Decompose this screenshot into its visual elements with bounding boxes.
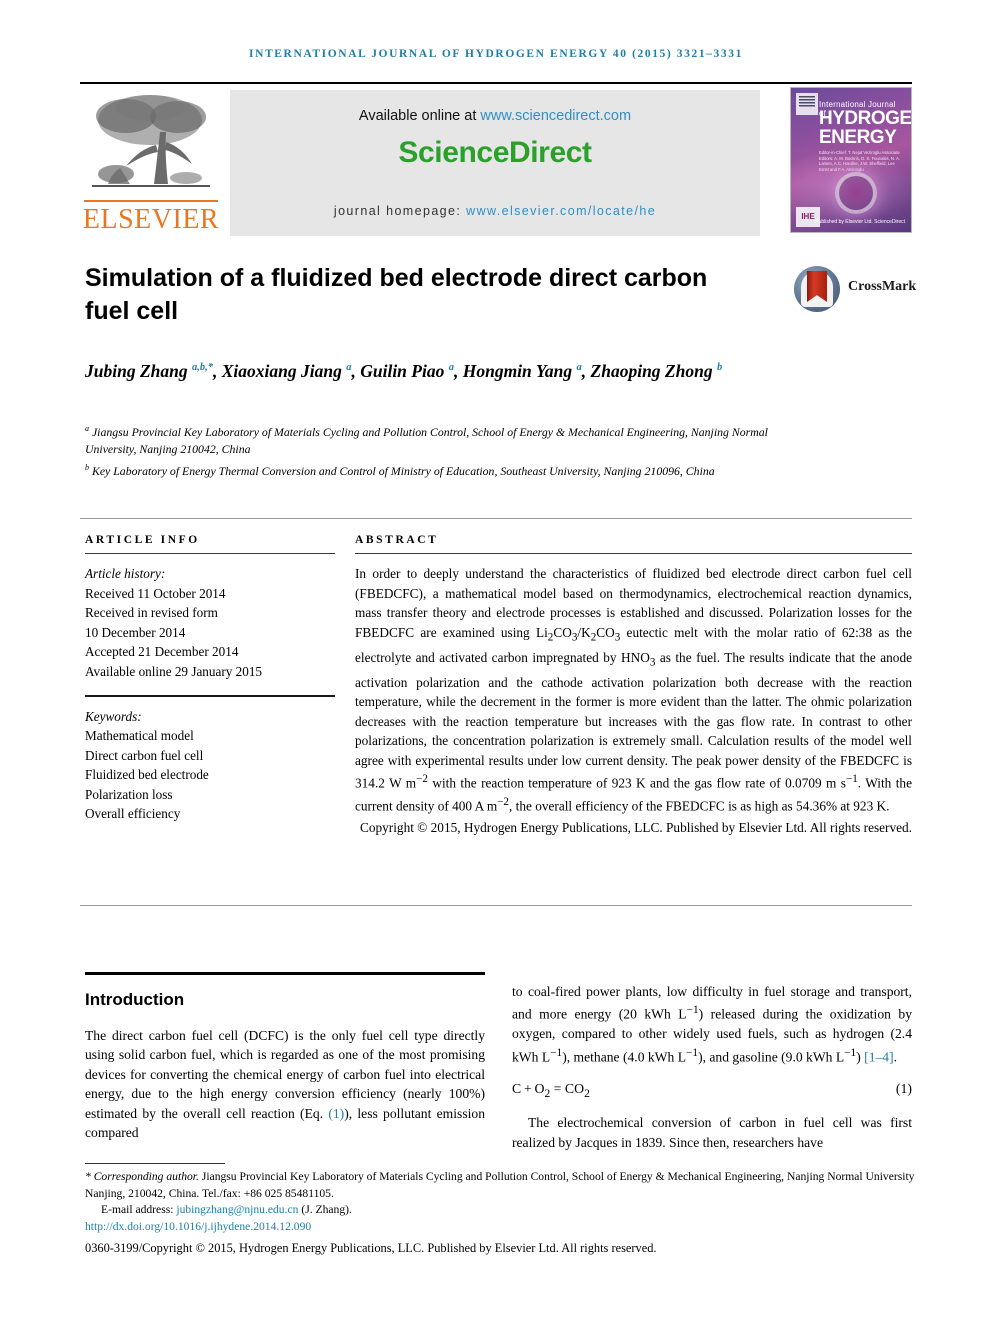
cover-sciencedirect-mark: Published by Elsevier Ltd. ScienceDirect: [815, 219, 905, 225]
abstract-copyright: Copyright © 2015, Hydrogen Energy Public…: [359, 820, 912, 836]
corresponding-author-note: * Corresponding author. Jiangsu Provinci…: [85, 1170, 915, 1200]
keywords-rule: [85, 695, 335, 697]
journal-masthead: ELSEVIER Available online at www.science…: [80, 82, 912, 236]
journal-cover-thumbnail[interactable]: International Journal of HYDROGEN ENERGY…: [790, 87, 912, 233]
available-online-line: Available online at www.sciencedirect.co…: [230, 108, 760, 124]
cover-elsevier-mark: [796, 93, 818, 115]
introduction-heading: Introduction: [85, 990, 185, 1009]
introduction-paragraph-left: The direct carbon fuel cell (DCFC) is th…: [85, 1028, 485, 1141]
equation-1-number: (1): [895, 1080, 912, 1096]
journal-homepage-label: journal homepage:: [333, 204, 467, 218]
affiliation-a: a Jiangsu Provincial Key Laboratory of M…: [85, 424, 768, 457]
keyword-item: Fluidized bed electrode: [85, 767, 209, 783]
body-column-right: to coal-fired power plants, low difficul…: [512, 982, 912, 1152]
history-item: Received 11 October 2014: [85, 585, 226, 601]
article-info-rule: [85, 553, 335, 554]
email-suffix: (J. Zhang).: [298, 1203, 352, 1216]
introduction-paragraph-right-2: The electrochemical conversion of carbon…: [512, 1115, 912, 1150]
sciencedirect-logo[interactable]: ScienceDirect: [230, 136, 760, 170]
sciencedirect-url[interactable]: www.sciencedirect.com: [480, 108, 631, 124]
abstract-heading: Abstract: [355, 534, 439, 546]
affiliations: a Jiangsu Provincial Key Laboratory of M…: [85, 420, 785, 480]
abstract-section-bottom-rule: [80, 905, 912, 906]
keyword-item: Polarization loss: [85, 786, 173, 802]
history-item: 10 December 2014: [85, 624, 186, 640]
keywords-block: Keywords: Mathematical model Direct carb…: [85, 707, 335, 824]
keyword-item: Mathematical model: [85, 728, 194, 744]
crossmark-label: CrossMark: [848, 279, 917, 294]
crossmark-badge[interactable]: CrossMark: [794, 266, 917, 312]
abstract-section-top-rule: [80, 518, 912, 519]
article-info-column: Article info Article history: Received 1…: [85, 534, 335, 824]
equation-row: C + O2 = CO2 (1): [512, 1081, 912, 1100]
email-label: E-mail address:: [101, 1203, 177, 1216]
cover-energy-text: ENERGY: [819, 127, 897, 148]
keyword-item: Direct carbon fuel cell: [85, 747, 204, 763]
journal-homepage-line: journal homepage: www.elsevier.com/locat…: [230, 204, 760, 218]
article-history-label: Article history:: [85, 566, 166, 581]
equation-1: C + O2 = CO2: [512, 1080, 590, 1100]
page-title: Simulation of a fluidized bed electrode …: [85, 264, 708, 325]
crossmark-icon: [794, 266, 840, 312]
history-item: Accepted 21 December 2014: [85, 644, 239, 659]
email-line: E-mail address: jubingzhang@njnu.edu.cn …: [85, 1202, 915, 1219]
issn-copyright-line: 0360-3199/Copyright © 2015, Hydrogen Ene…: [85, 1241, 657, 1255]
running-head: International Journal of Hydrogen Energy…: [249, 48, 743, 60]
elsevier-logo: ELSEVIER: [80, 90, 222, 236]
available-online-label: Available online at: [358, 108, 481, 124]
history-item: Available online 29 January 2015: [85, 663, 263, 679]
cover-editors: Editor-in-Chief: T. Nejat Veziroglu Asso…: [819, 150, 900, 172]
abstract-rule: [355, 553, 912, 554]
author-list: Jubing Zhang a,b,*, Xiaoxiang Jiang a, G…: [85, 360, 723, 381]
history-item: Received in revised form: [85, 605, 218, 620]
page-footer: * Corresponding author. Jiangsu Provinci…: [85, 1169, 915, 1257]
elsevier-wordmark: ELSEVIER: [82, 204, 220, 235]
abstract-body: In order to deeply understand the charac…: [355, 566, 912, 814]
cover-hydrogen-text: HYDROGEN: [819, 108, 912, 129]
keywords-label: Keywords:: [85, 708, 142, 724]
journal-homepage-url[interactable]: www.elsevier.com/locate/he: [466, 204, 656, 218]
body-column-left: Introduction The direct carbon fuel cell…: [85, 982, 485, 1142]
sciencedirect-band: Available online at www.sciencedirect.co…: [230, 90, 760, 236]
email-link[interactable]: jubingzhang@njnu.edu.cn: [176, 1203, 298, 1216]
elsevier-tree-icon: [86, 90, 216, 198]
keyword-item: Overall efficiency: [85, 806, 181, 822]
elsevier-rule: [84, 200, 218, 202]
affiliation-b: b Key Laboratory of Energy Thermal Conve…: [85, 462, 715, 478]
abstract-column: Abstract In order to deeply understand t…: [355, 534, 912, 838]
article-page: International Journal of Hydrogen Energy…: [0, 0, 992, 1323]
article-history-block: Article history: Received 11 October 201…: [85, 564, 335, 681]
article-info-heading: Article info: [85, 534, 200, 546]
cover-ring-graphic: [835, 172, 877, 214]
introduction-paragraph-right: to coal-fired power plants, low difficul…: [512, 984, 912, 1065]
doi-link[interactable]: http://dx.doi.org/10.1016/j.ijhydene.201…: [85, 1219, 915, 1236]
footnote-rule: [85, 1163, 225, 1164]
introduction-top-rule: [85, 972, 485, 975]
cover-title-line2: HYDROGEN ENERGY: [819, 109, 911, 148]
